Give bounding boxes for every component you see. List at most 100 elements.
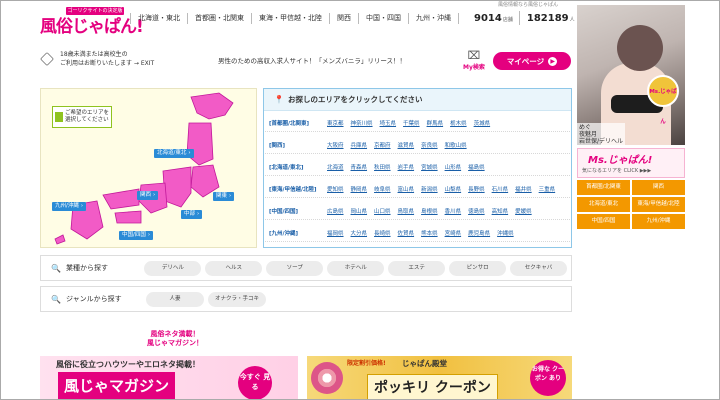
industry-chip[interactable]: ヘルス bbox=[205, 260, 263, 276]
prefecture-link[interactable]: 香川県 bbox=[445, 207, 462, 215]
industry-chip[interactable]: デリヘル bbox=[144, 260, 202, 276]
mypage-button[interactable]: マイページ ▶ bbox=[493, 52, 571, 70]
prefecture-link[interactable]: 大分県 bbox=[351, 229, 368, 237]
prefecture-link[interactable]: 福岡県 bbox=[327, 229, 344, 237]
industry-chip[interactable]: ピンサロ bbox=[449, 260, 507, 276]
prefecture-link[interactable]: 和歌山県 bbox=[445, 141, 467, 149]
prefecture-link[interactable]: 広島県 bbox=[327, 207, 344, 215]
prefecture-link[interactable]: 茨城県 bbox=[474, 119, 491, 127]
industry-search-row: 🔍 業種から探す デリヘル ヘルス ソープ ホテヘル エステ ピンサロ セクキャ… bbox=[40, 255, 572, 281]
region-nav-item[interactable]: 北海道・東北 bbox=[130, 12, 187, 24]
prefecture-link[interactable]: 神奈川県 bbox=[351, 119, 373, 127]
magazine-go-button[interactable]: 今すぐ 見る bbox=[238, 366, 272, 400]
prefecture-link[interactable]: 東京都 bbox=[327, 119, 344, 127]
region-nav-item[interactable]: 首都圏・北関東 bbox=[187, 12, 251, 24]
genre-chip[interactable]: 人妻 bbox=[146, 291, 204, 307]
prefecture-link[interactable]: 千葉県 bbox=[403, 119, 420, 127]
prefecture-link[interactable]: 宮城県 bbox=[421, 163, 438, 171]
prefecture-link[interactable]: 長崎県 bbox=[374, 229, 391, 237]
sidebar-area-button[interactable]: 北海道/東北 bbox=[577, 197, 630, 212]
prefecture-link[interactable]: 兵庫県 bbox=[351, 141, 368, 149]
prefecture-link[interactable]: 福井県 bbox=[515, 185, 532, 193]
prefecture-link[interactable]: 岐阜県 bbox=[374, 185, 391, 193]
coupon-banner-tag: 限定割引価格! bbox=[347, 360, 386, 367]
prefecture-link[interactable]: 長野県 bbox=[468, 185, 485, 193]
prefecture-link[interactable]: 福島県 bbox=[468, 163, 485, 171]
prefecture-link[interactable]: 大阪府 bbox=[327, 141, 344, 149]
coupon-banner[interactable]: 限定割引価格! じゃぱん殿堂 ポッキリ クーポン お得な クーポン あり bbox=[307, 356, 572, 400]
prefecture-link[interactable]: 愛媛県 bbox=[515, 207, 532, 215]
prefecture-link[interactable]: 高知県 bbox=[492, 207, 509, 215]
area-panel: 📍 お探しのエリアをクリックしてください [首都圏/北関東] 東京都 神奈川県 埼玉県… bbox=[263, 88, 572, 248]
prefecture-link[interactable]: 青森県 bbox=[351, 163, 368, 171]
prefecture-link[interactable]: 徳島県 bbox=[468, 207, 485, 215]
prefecture-link[interactable]: 群馬県 bbox=[427, 119, 444, 127]
area-row-region[interactable]: [北海道/東北] bbox=[265, 163, 327, 171]
prefecture-link[interactable]: 新潟県 bbox=[421, 185, 438, 193]
map-tag-kyushu-okinawa[interactable]: 九州/沖縄 bbox=[52, 202, 87, 211]
prefecture-link[interactable]: 石川県 bbox=[492, 185, 509, 193]
industry-chip[interactable]: エステ bbox=[388, 260, 446, 276]
area-row-region[interactable]: [関西] bbox=[265, 141, 327, 149]
prefecture-link[interactable]: 秋田県 bbox=[374, 163, 391, 171]
area-row-region[interactable]: [首都圏/北関東] bbox=[265, 119, 327, 127]
prefecture-link[interactable]: 山口県 bbox=[374, 207, 391, 215]
prefecture-link[interactable]: 佐賀県 bbox=[398, 229, 415, 237]
map-note-line1: ご希望のエリアを bbox=[65, 110, 110, 116]
site-logo[interactable]: ゴーリクサイトの決定版 風俗じゃぱん! bbox=[40, 7, 144, 37]
genre-chip[interactable]: オナクラ・手コキ bbox=[208, 291, 266, 307]
map-tag-kansai[interactable]: 関西 bbox=[137, 191, 159, 200]
region-nav-item[interactable]: 九州・沖縄 bbox=[408, 12, 459, 24]
region-nav-item[interactable]: 東海・甲信越・北陸 bbox=[251, 12, 329, 24]
age-notice-exit-link[interactable]: ご利用はお断りいたします → EXIT bbox=[60, 59, 154, 68]
magazine-banner[interactable]: 風俗に役立つハウツーやエロネタ掲載！ 風じゃマガジン 今すぐ 見る bbox=[40, 356, 298, 400]
prefecture-link[interactable]: 静岡県 bbox=[351, 185, 368, 193]
announcement-link[interactable]: 男性のための高収入求人サイト！「メンズバニラ」リリース！！ bbox=[218, 55, 406, 65]
map-tag-hokkaido-tohoku[interactable]: 北海道/東北 bbox=[154, 149, 194, 158]
map-tag-chubu[interactable]: 中部 bbox=[181, 210, 203, 219]
map-region-tohoku bbox=[186, 122, 214, 166]
region-nav-item[interactable]: 中国・四国 bbox=[358, 12, 408, 24]
prefecture-link[interactable]: 島根県 bbox=[421, 207, 438, 215]
sidebar-area-button[interactable]: 東海/甲信越/北陸 bbox=[632, 197, 685, 212]
sidebar-area-button[interactable]: 九州/沖縄 bbox=[632, 214, 685, 229]
prefecture-link[interactable]: 岩手県 bbox=[398, 163, 415, 171]
prefecture-link[interactable]: 熊本県 bbox=[421, 229, 438, 237]
industry-chip[interactable]: セクキャバ bbox=[510, 260, 568, 276]
area-row-region[interactable]: [中国/四国] bbox=[265, 207, 327, 215]
prefecture-link[interactable]: 富山県 bbox=[398, 185, 415, 193]
prefecture-link[interactable]: 鹿児島県 bbox=[468, 229, 490, 237]
genre-label-text: ジャンルから探す bbox=[65, 295, 122, 303]
prefecture-link[interactable]: 岡山県 bbox=[351, 207, 368, 215]
prefecture-link[interactable]: 滋賀県 bbox=[398, 141, 415, 149]
prefecture-link[interactable]: 奈良県 bbox=[421, 141, 438, 149]
prefecture-link[interactable]: 沖縄県 bbox=[497, 229, 514, 237]
prefecture-link[interactable]: 北海道 bbox=[327, 163, 344, 171]
sidebar-area-button[interactable]: 関西 bbox=[632, 180, 685, 195]
prefecture-link[interactable]: 山梨県 bbox=[445, 185, 462, 193]
ms-japan-banner[interactable]: Ms.じゃぱん! 気になるエリアを CLICK ▶▶▶ bbox=[577, 148, 685, 178]
my-search-button[interactable]: ⌧ My検索 bbox=[458, 50, 490, 74]
area-row: [東海/甲信越/北陸] 愛知県 静岡県 岐阜県 富山県 新潟県 山梨県 長野県 石川県 福井県 三重… bbox=[265, 181, 570, 198]
page: { "header": { "logo_text": "風俗じゃぱん!", "l… bbox=[0, 0, 720, 400]
map-tag-kanto[interactable]: 関東 bbox=[213, 192, 235, 201]
prefecture-link[interactable]: 山形県 bbox=[445, 163, 462, 171]
sidebar-area-button[interactable]: 中国/四国 bbox=[577, 214, 630, 229]
region-nav-item[interactable]: 関西 bbox=[329, 12, 358, 24]
prefecture-link[interactable]: 宮崎県 bbox=[445, 229, 462, 237]
prefecture-link[interactable]: 埼玉県 bbox=[380, 119, 397, 127]
prefecture-link[interactable]: 愛知県 bbox=[327, 185, 344, 193]
magazine-heading-line2: 風じゃマガジン！ bbox=[147, 339, 203, 347]
sidebar: Ms.じゃぱん めぐ 夜魅月 岩世保/デリヘル Ms.じゃぱん! 気になるエリア… bbox=[577, 0, 685, 400]
prefecture-link[interactable]: 栃木県 bbox=[450, 119, 467, 127]
industry-chip[interactable]: ホテヘル bbox=[327, 260, 385, 276]
area-row-region[interactable]: [九州/沖縄] bbox=[265, 229, 327, 237]
prefecture-link[interactable]: 三重県 bbox=[539, 185, 556, 193]
prefecture-link[interactable]: 鳥取県 bbox=[398, 207, 415, 215]
prefecture-link[interactable]: 京都府 bbox=[374, 141, 391, 149]
area-row-region[interactable]: [東海/甲信越/北陸] bbox=[265, 185, 327, 193]
featured-girl-photo[interactable]: Ms.じゃぱん めぐ 夜魅月 岩世保/デリヘル bbox=[577, 5, 685, 145]
sidebar-area-button[interactable]: 首都圏/北関東 bbox=[577, 180, 630, 195]
map-tag-chugoku-shikoku[interactable]: 中国/四国 bbox=[119, 231, 154, 240]
industry-chip[interactable]: ソープ bbox=[266, 260, 324, 276]
